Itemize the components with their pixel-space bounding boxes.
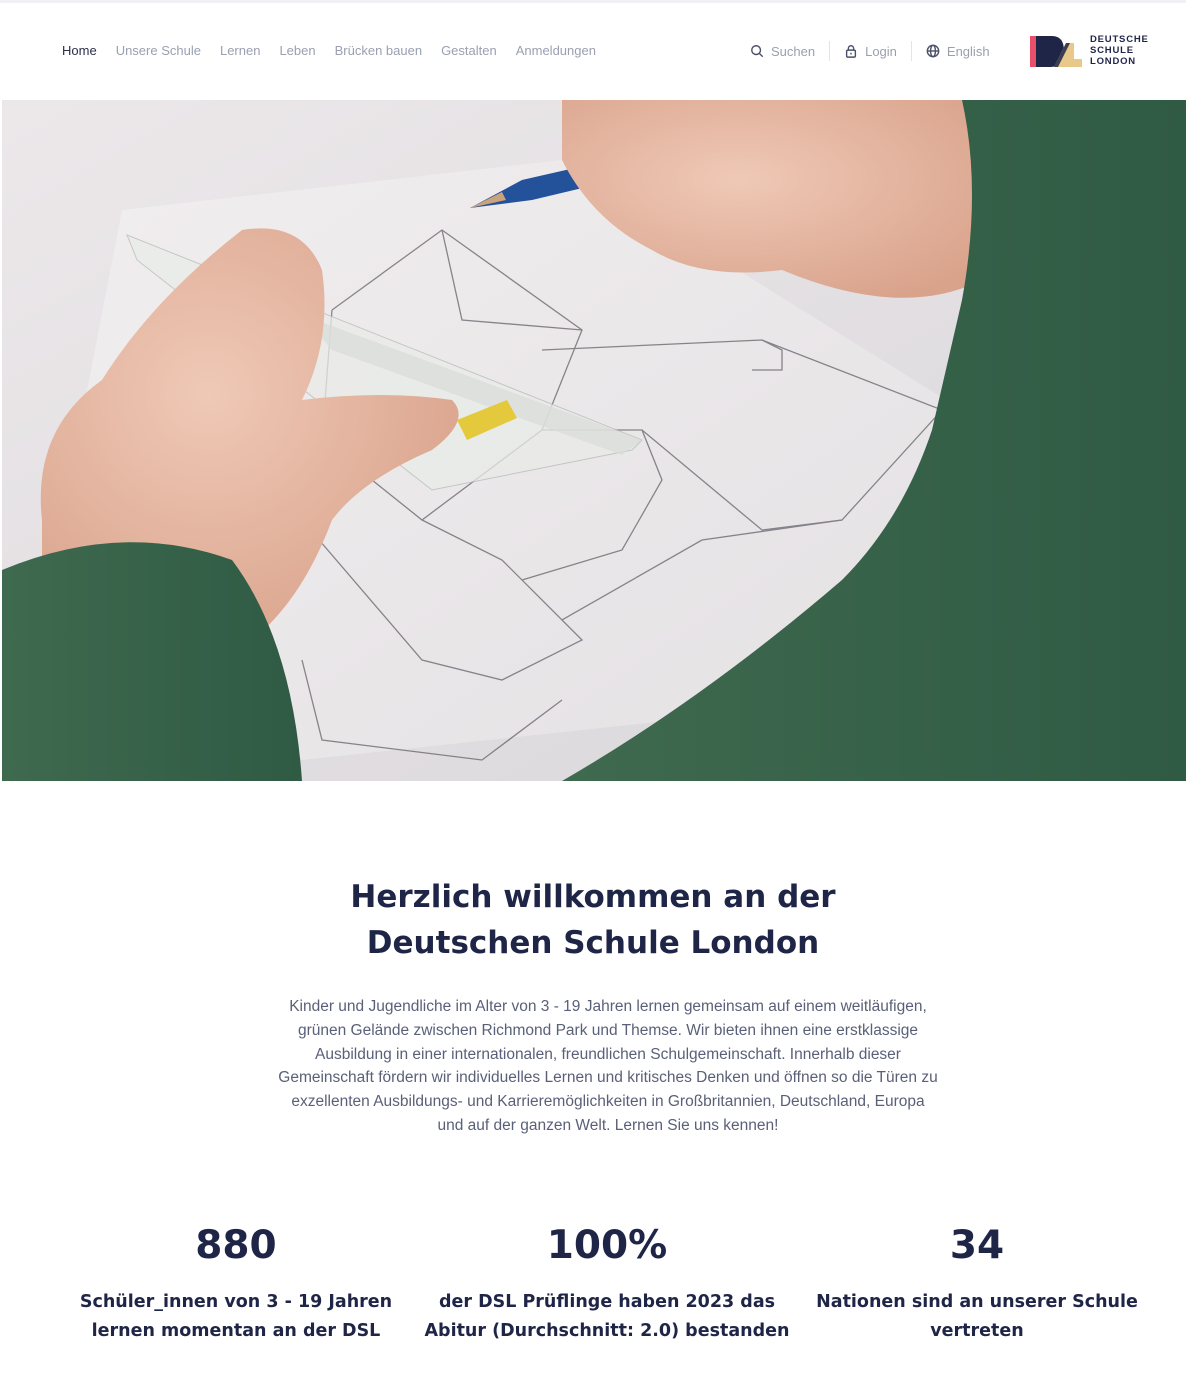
site-header: Home Unsere Schule Lernen Leben Brücken …: [0, 0, 1186, 100]
dsl-logo[interactable]: DEUTSCHE SCHULE LONDON: [1030, 33, 1149, 67]
stat-label: Nationen sind an unserer Schule vertrete…: [787, 1288, 1167, 1346]
logo-line: SCHULE: [1090, 44, 1134, 56]
stat-label-line: Schüler_innen von 3 - 19 Jahren: [79, 1292, 393, 1312]
stat-value: 100%: [546, 1223, 668, 1268]
search-button[interactable]: Suchen: [750, 44, 815, 59]
main-nav: Home Unsere Schule Lernen Leben Brücken …: [62, 43, 615, 59]
drawing-photo-icon: [2, 100, 1186, 781]
nav-item-leben[interactable]: Leben: [279, 43, 315, 59]
welcome-title-line: Herzlich willkommen an der: [350, 879, 836, 915]
stat-label-line: Nationen sind an unserer Schule: [816, 1292, 1138, 1312]
divider: [910, 41, 912, 61]
welcome-text-line: und auf der ganzen Welt. Lernen Sie uns …: [437, 1116, 779, 1134]
nav-item-home[interactable]: Home: [62, 43, 97, 59]
header-top-border: [0, 0, 1186, 3]
stat-label: der DSL Prüflinge haben 2023 das Abitur …: [417, 1288, 797, 1346]
nav-item-anmeldungen[interactable]: Anmeldungen: [516, 43, 596, 59]
search-icon: [751, 45, 764, 58]
search-label: Suchen: [771, 43, 816, 59]
stat-label-line: der DSL Prüflinge haben 2023 das: [438, 1292, 776, 1312]
stat-abitur: 100% der DSL Prüflinge haben 2023 das Ab…: [417, 1222, 797, 1346]
nav-item-bruecken-bauen[interactable]: Brücken bauen: [335, 43, 422, 59]
stat-value: 34: [949, 1223, 1005, 1268]
logo-wordmark: DEUTSCHE SCHULE LONDON: [1090, 34, 1149, 67]
logo-line: LONDON: [1090, 55, 1136, 67]
stat-label-line: Abitur (Durchschnitt: 2.0) bestanden: [424, 1321, 790, 1341]
welcome-text-line: Kinder und Jugendliche im Alter von 3 - …: [289, 998, 927, 1015]
welcome-description: Kinder und Jugendliche im Alter von 3 - …: [238, 995, 978, 1138]
stat-nations: 34 Nationen sind an unserer Schule vertr…: [787, 1222, 1167, 1346]
welcome-text-line: grünen Gelände zwischen Richmond Park un…: [297, 1021, 919, 1039]
nav-item-gestalten[interactable]: Gestalten: [441, 43, 497, 59]
nav-item-unsere-schule[interactable]: Unsere Schule: [116, 43, 201, 59]
welcome-title-line: Deutschen Schule London: [366, 925, 820, 961]
welcome-text-line: exzellenten Ausbildungs- und Karrieremög…: [291, 1093, 925, 1111]
stat-label-line: lernen momentan an der DSL: [91, 1321, 381, 1341]
language-label: English: [946, 43, 990, 59]
nav-item-lernen[interactable]: Lernen: [220, 43, 260, 59]
header-utilities: Suchen Login English: [750, 41, 990, 61]
stat-students: 880 Schüler_innen von 3 - 19 Jahren lern…: [46, 1222, 426, 1346]
lock-icon: [846, 45, 857, 58]
stat-label: Schüler_innen von 3 - 19 Jahren lernen m…: [46, 1288, 426, 1346]
dsl-logo-mark-icon: [1030, 36, 1082, 67]
stat-label-line: vertreten: [930, 1321, 1024, 1341]
welcome-title: Herzlich willkommen an der Deutschen Sch…: [200, 874, 986, 966]
logo-line: DEUTSCHE: [1090, 33, 1149, 45]
stat-value: 880: [195, 1223, 277, 1268]
login-button[interactable]: Login: [844, 44, 897, 59]
language-switch[interactable]: English: [926, 44, 990, 59]
globe-icon: [926, 44, 940, 58]
hero-image: [2, 100, 1186, 781]
login-label: Login: [865, 43, 897, 59]
welcome-text-line: Ausbildung in einer internationalen, fre…: [315, 1045, 901, 1063]
welcome-text-line: Gemeinschaft fördern wir individuelles L…: [278, 1069, 938, 1087]
divider: [829, 41, 831, 61]
